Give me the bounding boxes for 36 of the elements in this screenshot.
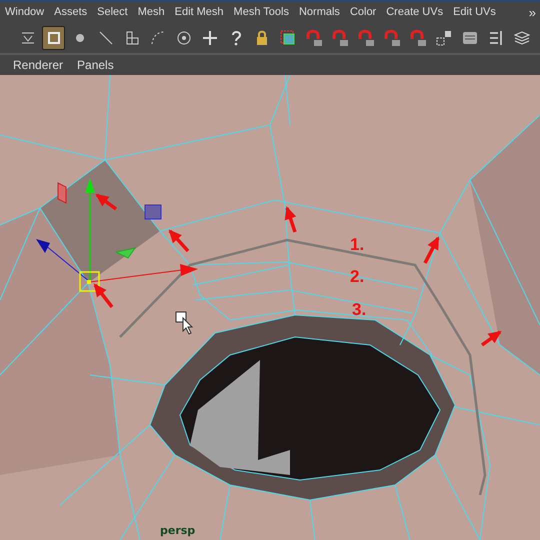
plus-icon: [200, 28, 218, 46]
cursor-icon: [176, 312, 194, 335]
menu-item[interactable]: Edit Mesh: [170, 6, 229, 18]
target-icon: [174, 28, 192, 46]
annotation-arrow: [423, 236, 440, 264]
menu-item[interactable]: Mesh Tools: [228, 6, 294, 18]
menu-item[interactable]: Mesh: [132, 6, 170, 18]
menu-item[interactable]: Create UVs: [381, 6, 448, 18]
menu-item[interactable]: Edit UVs: [448, 6, 501, 18]
menu-item[interactable]: Window: [0, 6, 50, 18]
layers-icon: [512, 28, 530, 46]
select-icon: [278, 28, 296, 46]
annotation-arrow: [168, 230, 190, 252]
menu-item[interactable]: Normals: [294, 6, 345, 18]
curve-icon: [148, 28, 166, 46]
magnet-icon: [356, 28, 374, 46]
panel-menu-item[interactable]: Renderer: [6, 58, 70, 72]
menu-item[interactable]: Select: [92, 6, 133, 18]
annotation-label: 3.: [352, 300, 366, 319]
panel-menu-item[interactable]: Panels: [70, 58, 121, 72]
camera-label: persp: [160, 524, 196, 537]
menu-item[interactable]: Color: [344, 6, 382, 18]
menu-item[interactable]: Assets: [49, 6, 92, 18]
magnet-icon: [304, 28, 322, 46]
annotation-arrow: [94, 283, 114, 308]
line-icon: [96, 28, 114, 46]
annotation-arrow: [95, 194, 118, 210]
annotation-label: 1.: [350, 235, 364, 254]
overflow-button[interactable]: »: [528, 4, 540, 20]
magnet-icon: [382, 28, 400, 46]
magnet-icon: [330, 28, 348, 46]
annotation-arrow: [480, 330, 502, 346]
annotation-arrow: [284, 206, 297, 233]
magnet-icon: [408, 28, 426, 46]
squares-icon: [434, 28, 452, 46]
tool-button[interactable]: [42, 26, 65, 50]
